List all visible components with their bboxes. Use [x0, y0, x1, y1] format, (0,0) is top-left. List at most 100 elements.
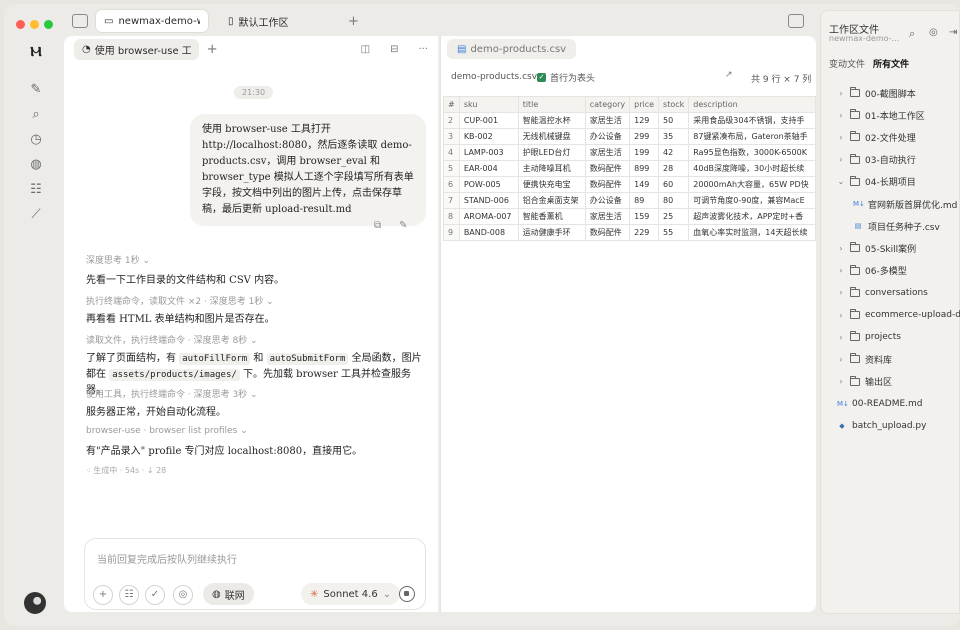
composer-input[interactable]: 当前回复完成后按队列继续执行	[97, 551, 237, 566]
new-chat-icon[interactable]: ✎	[28, 82, 44, 98]
minimize-button[interactable]	[30, 20, 39, 29]
table-cell[interactable]: 铝合金桌面支架	[517, 192, 586, 209]
table-cell[interactable]: 55	[658, 224, 690, 241]
table-cell[interactable]: STAND-006	[458, 192, 519, 209]
table-row[interactable]: 6 POW-005 便携快充电宝 数码配件 149 60 20000mAh大容量，65W P…	[443, 176, 816, 193]
table-cell[interactable]: 20000mAh大容量，65W PD快	[688, 176, 816, 193]
folder-item[interactable]: › 输出区	[837, 372, 892, 392]
tasks-button[interactable]: ☷	[119, 585, 139, 605]
table-cell[interactable]: 149	[629, 176, 660, 193]
table-cell[interactable]: 229	[629, 224, 660, 241]
table-cell[interactable]: 80	[658, 192, 690, 209]
column-header[interactable]: price	[629, 96, 660, 113]
table-cell[interactable]: 35	[658, 128, 690, 145]
add-session-button[interactable]: +	[207, 42, 218, 57]
column-header[interactable]: title	[517, 96, 586, 113]
folder-item[interactable]: › 05-Skill案例	[837, 238, 916, 258]
table-cell[interactable]: 89	[629, 192, 660, 209]
avatar[interactable]	[24, 592, 46, 614]
table-cell[interactable]: 家居生活	[584, 208, 631, 225]
table-row[interactable]: 9 BAND-008 运动健康手环 数码配件 229 55 血氧心率实时监测，14天超长续	[443, 224, 816, 241]
column-header[interactable]: stock	[658, 96, 690, 113]
table-cell[interactable]: EAR-004	[458, 160, 519, 177]
table-cell[interactable]: Ra95显色指数，3000K-6500K	[688, 144, 816, 161]
tasks-icon[interactable]: ☷	[28, 182, 44, 198]
target-button[interactable]: ◎	[173, 585, 193, 605]
split-view-icon[interactable]: ◫	[361, 44, 370, 55]
table-cell[interactable]: 40dB深度降噪，30小时超长续	[688, 160, 816, 177]
table-cell[interactable]: 42	[658, 144, 690, 161]
table-cell[interactable]: POW-005	[458, 176, 519, 193]
table-row[interactable]: 7 STAND-006 铝合金桌面支架 办公设备 89 80 可调节角度0-90度，兼容Ma…	[443, 192, 816, 209]
search-icon[interactable]: ⌕	[909, 27, 915, 41]
table-cell[interactable]: CUP-001	[458, 112, 519, 129]
table-cell[interactable]: 采用食品级304不锈钢，支持手	[688, 112, 816, 129]
table-cell[interactable]: 50	[658, 112, 690, 129]
stats-icon[interactable]: ⟋	[28, 207, 44, 223]
chevron-down-icon[interactable]: ⌄	[837, 177, 845, 186]
step-meta[interactable]: 使用工具，执行终端命令 · 深度思考 3秒 ⌄	[86, 387, 258, 400]
chevron-right-icon[interactable]: ›	[837, 266, 845, 275]
table-cell[interactable]: 129	[629, 112, 660, 129]
table-cell[interactable]: 办公设备	[584, 128, 631, 145]
table-cell[interactable]: 智能温控水杯	[517, 112, 586, 129]
table-cell[interactable]: 无线机械键盘	[517, 128, 586, 145]
add-attachment-button[interactable]: +	[93, 585, 113, 605]
table-cell[interactable]: 299	[629, 128, 660, 145]
table-row[interactable]: 5 EAR-004 主动降噪耳机 数码配件 899 28 40dB深度降噪，30小时超长续	[443, 160, 816, 177]
csv-file-tab[interactable]: ▤ demo-products.csv	[447, 39, 577, 59]
file-item[interactable]: ◆ batch_upload.py	[837, 416, 926, 436]
table-row[interactable]: 3 KB-002 无线机械键盘 办公设备 299 35 87键紧凑布局，Gateron茶轴手	[443, 128, 816, 145]
more-icon[interactable]: ···	[418, 44, 428, 55]
check-button[interactable]: ✓	[145, 585, 165, 605]
close-button[interactable]	[16, 20, 25, 29]
folder-item[interactable]: › conversations	[837, 283, 928, 303]
zoom-button[interactable]	[44, 20, 53, 29]
table-cell[interactable]: 家居生活	[584, 144, 631, 161]
folder-item[interactable]: › 06-多模型	[837, 261, 907, 281]
chat-session-tab[interactable]: ◔ 使用 browser-use 工具打开	[74, 38, 199, 60]
table-cell[interactable]: 可调节角度0-90度，兼容MacE	[688, 192, 816, 209]
file-item[interactable]: ▤ 项目任务种子.csv	[853, 216, 940, 236]
step-meta[interactable]: 读取文件，执行终端命令 · 深度思考 8秒 ⌄	[86, 333, 258, 346]
sidebar-toggle-icon[interactable]	[72, 14, 88, 28]
chevron-right-icon[interactable]: ›	[837, 155, 845, 164]
table-cell[interactable]: AROMA-007	[458, 208, 519, 225]
chevron-right-icon[interactable]: ›	[837, 244, 845, 253]
table-cell[interactable]: 60	[658, 176, 690, 193]
chevron-right-icon[interactable]: ›	[837, 333, 845, 342]
stop-button[interactable]	[399, 586, 415, 602]
edit-icon[interactable]: ✎	[399, 220, 407, 231]
step-meta[interactable]: 深度思考 1秒 ⌄	[86, 253, 150, 266]
row-index[interactable]: 4	[443, 144, 460, 161]
layout-icon[interactable]: ⊟	[390, 44, 398, 55]
folder-item[interactable]: › projects	[837, 327, 901, 347]
row-index[interactable]: 6	[443, 176, 460, 193]
column-header[interactable]: #	[443, 96, 460, 113]
table-cell[interactable]: 899	[629, 160, 660, 177]
column-header[interactable]: sku	[458, 96, 519, 113]
folder-item[interactable]: › 02-文件处理	[837, 127, 916, 147]
table-cell[interactable]: 数码配件	[584, 160, 631, 177]
step-meta[interactable]: 执行终端命令，读取文件 ×2 · 深度思考 1秒 ⌄	[86, 294, 274, 307]
file-item[interactable]: M↓ 00-README.md	[837, 394, 923, 414]
table-row[interactable]: 4 LAMP-003 护眼LED台灯 家居生活 199 42 Ra95显色指数，3000K-…	[443, 144, 816, 161]
search-icon[interactable]: ⌕	[28, 107, 44, 123]
chevron-right-icon[interactable]: ›	[837, 311, 845, 320]
table-cell[interactable]: 血氧心率实时监测，14天超长续	[688, 224, 816, 241]
chevron-right-icon[interactable]: ›	[837, 133, 845, 142]
new-tab-button[interactable]: +	[340, 10, 367, 32]
tab-all-files[interactable]: 所有文件	[873, 57, 909, 70]
table-cell[interactable]: 便携快充电宝	[517, 176, 586, 193]
row-index[interactable]: 3	[443, 128, 460, 145]
tab-changed-files[interactable]: 变动文件	[829, 57, 865, 70]
row-index[interactable]: 8	[443, 208, 460, 225]
row-index[interactable]: 9	[443, 224, 460, 241]
tab-default-workspace[interactable]: ▯ 默认工作区	[220, 10, 297, 32]
table-cell[interactable]: 主动降噪耳机	[517, 160, 586, 177]
row-index[interactable]: 5	[443, 160, 460, 177]
table-cell[interactable]: 智能香薰机	[517, 208, 586, 225]
row-index[interactable]: 2	[443, 112, 460, 129]
model-selector[interactable]: ✳ Sonnet 4.6 ⌄	[301, 583, 401, 605]
table-cell[interactable]: 159	[629, 208, 660, 225]
